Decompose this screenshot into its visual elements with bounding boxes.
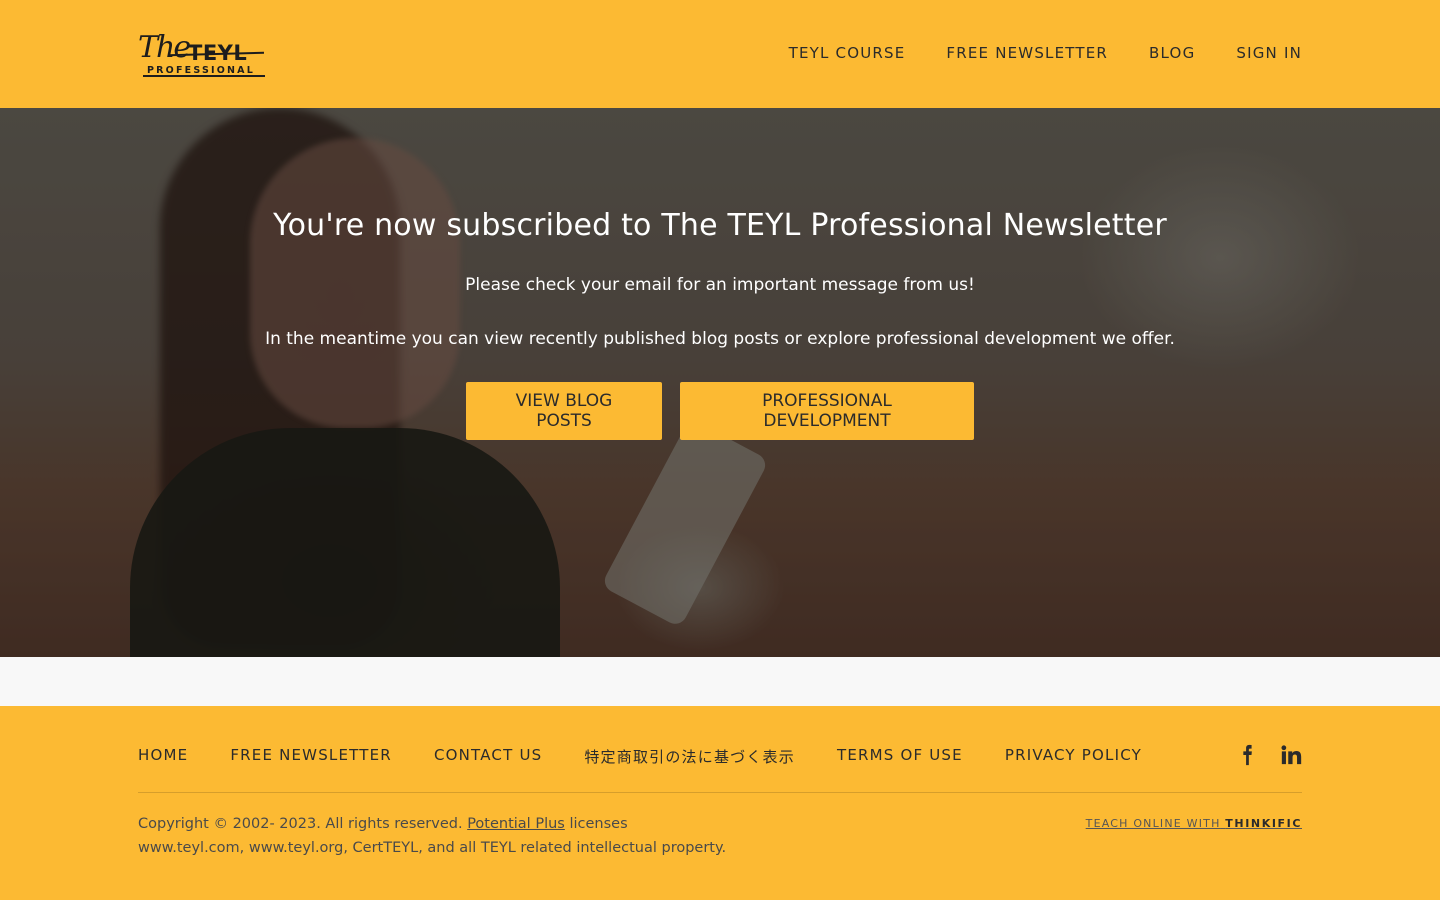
copyright-prefix: Copyright © 2002- 2023. All rights reser… xyxy=(138,816,463,832)
hero-button-group: VIEW BLOG POSTS PROFESSIONAL DEVELOPMENT xyxy=(0,382,1440,440)
site-header: The TEYL PROFESSIONAL TEYL COURSE FREE N… xyxy=(0,0,1440,108)
hero-message-primary: Please check your email for an important… xyxy=(465,275,975,295)
thinkific-brand: THINKIFIC xyxy=(1225,817,1302,830)
nav-sign-in[interactable]: SIGN IN xyxy=(1236,44,1302,62)
footer-link-free-newsletter[interactable]: FREE NEWSLETTER xyxy=(230,746,392,767)
powered-prefix: TEACH ONLINE WITH xyxy=(1085,817,1221,830)
thinkific-attribution-link[interactable]: TEACH ONLINE WITH THINKIFIC xyxy=(1086,817,1302,830)
hero-title: You're now subscribed to The TEYL Profes… xyxy=(273,208,1167,243)
main-nav: TEYL COURSE FREE NEWSLETTER BLOG SIGN IN xyxy=(789,44,1302,62)
footer-link-contact-us[interactable]: CONTACT US xyxy=(434,746,542,767)
linkedin-icon[interactable] xyxy=(1280,744,1302,766)
view-blog-posts-button[interactable]: VIEW BLOG POSTS xyxy=(466,382,662,440)
facebook-icon[interactable] xyxy=(1236,744,1258,766)
site-footer: HOME FREE NEWSLETTER CONTACT US 特定商取引の法に… xyxy=(0,706,1440,900)
footer-link-commercial-disclosure[interactable]: 特定商取引の法に基づく表示 xyxy=(584,746,795,767)
footer-link-home[interactable]: HOME xyxy=(138,746,188,767)
nav-free-newsletter[interactable]: FREE NEWSLETTER xyxy=(946,44,1108,62)
social-links xyxy=(1236,744,1302,766)
professional-development-button[interactable]: PROFESSIONAL DEVELOPMENT xyxy=(680,382,974,440)
footer-link-terms-of-use[interactable]: TERMS OF USE xyxy=(837,746,963,767)
hero-message-secondary: In the meantime you can view recently pu… xyxy=(265,329,1175,349)
footer-nav: HOME FREE NEWSLETTER CONTACT US 特定商取引の法に… xyxy=(138,746,1142,767)
potential-plus-link[interactable]: Potential Plus xyxy=(467,816,565,832)
footer-link-privacy-policy[interactable]: PRIVACY POLICY xyxy=(1005,746,1142,767)
logo-script-text: The xyxy=(138,30,191,65)
copyright-notice: Copyright © 2002- 2023. All rights reser… xyxy=(138,812,738,860)
content-spacer xyxy=(0,657,1440,706)
footer-divider xyxy=(138,792,1302,793)
nav-blog[interactable]: BLOG xyxy=(1149,44,1195,62)
nav-teyl-course[interactable]: TEYL COURSE xyxy=(789,44,906,62)
logo-underline xyxy=(143,75,265,77)
hero-banner: You're now subscribed to The TEYL Profes… xyxy=(0,108,1440,657)
site-logo[interactable]: The TEYL PROFESSIONAL xyxy=(138,28,266,80)
